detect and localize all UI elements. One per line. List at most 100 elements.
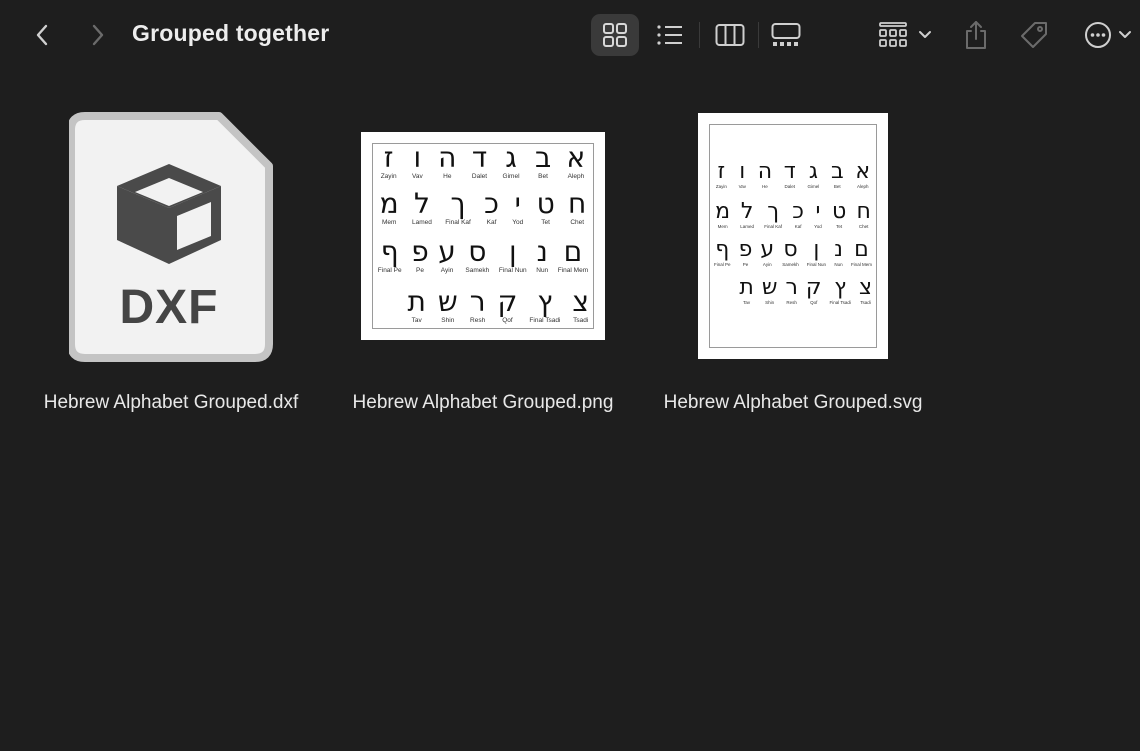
letter-cell: ף Final Pe bbox=[378, 238, 402, 275]
letter-name: Pe bbox=[415, 267, 424, 274]
alphabet-chart-border: א Aleph ב Bet ג Gimel ד Dalet ה He ו Vav ז Zayin ח Chet… bbox=[709, 124, 877, 348]
hebrew-letter: ו bbox=[739, 159, 746, 184]
hebrew-letter: ץ bbox=[537, 285, 553, 318]
hebrew-letter: ב bbox=[534, 141, 552, 174]
letter-cell: ב Bet bbox=[831, 161, 844, 190]
letter-cell: נ Nun bbox=[834, 239, 843, 268]
letter-name: Shin bbox=[765, 300, 775, 305]
letter-name: Final Kaf bbox=[445, 219, 471, 226]
letter-cell: י Yod bbox=[512, 190, 523, 227]
letter-name: Ayin bbox=[440, 267, 454, 274]
hebrew-letter: ה bbox=[438, 141, 457, 174]
hebrew-letter: ט bbox=[536, 187, 555, 220]
letter-cell: ש Shin bbox=[438, 288, 458, 325]
alphabet-row: ם Final Mem נ Nun ן Final Nun ס Samekh ע Ayin פ Pe ף… bbox=[373, 238, 593, 275]
share-icon bbox=[966, 21, 986, 49]
letter-cell: ק Qof bbox=[498, 288, 518, 325]
hebrew-letter: ם bbox=[563, 235, 583, 268]
file-name[interactable]: Hebrew Alphabet Grouped.svg bbox=[653, 392, 933, 414]
letter-cell: ך Final Kaf bbox=[764, 201, 782, 230]
letter-name: Nun bbox=[834, 262, 843, 267]
letter-name: Pe bbox=[742, 262, 749, 267]
letter-name: Tsadi bbox=[573, 317, 589, 324]
toolbar: Grouped together bbox=[0, 0, 1140, 70]
letter-cell: כ Kaf bbox=[792, 201, 804, 230]
hebrew-letter: צ bbox=[572, 285, 589, 318]
letter-cell: פ Pe bbox=[411, 238, 429, 275]
letter-name: Mem bbox=[717, 224, 728, 229]
letter-name: Final Pe bbox=[714, 262, 731, 267]
hebrew-letter: ד bbox=[471, 141, 488, 174]
hebrew-letter: ז bbox=[383, 141, 394, 174]
letter-name: Final Tsadi bbox=[529, 317, 561, 324]
letter-cell: ח Chet bbox=[568, 190, 586, 227]
letter-cell: כ Kaf bbox=[484, 190, 499, 227]
forward-button[interactable] bbox=[80, 18, 114, 52]
letter-cell: ו Vav bbox=[412, 144, 423, 181]
file-item[interactable]: א Aleph ב Bet ג Gimel ד Dalet ה He ו Vav ז Zayin ח Chet… bbox=[343, 100, 623, 430]
hebrew-letter: ת bbox=[407, 285, 426, 318]
hebrew-letter: ח bbox=[568, 187, 587, 220]
letter-name: Final Mem bbox=[850, 262, 872, 267]
letter-name: Dalet bbox=[471, 173, 488, 180]
file-item[interactable]: א Aleph ב Bet ג Gimel ד Dalet ה He ו Vav ז Zayin ח Chet… bbox=[653, 100, 933, 430]
hebrew-letter: ע bbox=[438, 235, 456, 268]
letter-name: Resh bbox=[786, 300, 797, 305]
letter-name: Yod bbox=[512, 219, 524, 226]
letter-name: Final Nun bbox=[498, 267, 527, 274]
hebrew-letter: ל bbox=[740, 199, 754, 224]
letter-name: Zayin bbox=[380, 173, 397, 180]
hebrew-letter: ט bbox=[832, 199, 847, 224]
gallery-view-button[interactable] bbox=[764, 14, 808, 56]
hebrew-letter: ס bbox=[468, 235, 487, 268]
letter-name: Vav bbox=[738, 184, 746, 189]
hebrew-letter: ת bbox=[739, 275, 754, 300]
group-by-button[interactable] bbox=[872, 14, 938, 56]
hebrew-letter: ק bbox=[497, 285, 518, 318]
list-view-button[interactable] bbox=[648, 14, 692, 56]
share-button[interactable] bbox=[956, 14, 996, 56]
letter-cell: ו Vav bbox=[739, 161, 746, 190]
tags-button[interactable] bbox=[1014, 14, 1054, 56]
letter-cell: ם Final Mem bbox=[558, 238, 588, 275]
letter-name: Resh bbox=[470, 317, 486, 324]
alphabet-row: ח Chet ט Tet י Yod כ Kaf ך Final Kaf ל Lamed מ Mem bbox=[373, 190, 593, 227]
alphabet-row: צ Tsadi ץ Final Tsadi ק Qof ר Resh ש Shin ת Tav bbox=[373, 288, 593, 325]
letter-cell: ז Zayin bbox=[716, 161, 727, 190]
hebrew-letter: א bbox=[566, 141, 586, 174]
hebrew-letter: ש bbox=[761, 275, 778, 300]
letter-cell: ת Tav bbox=[739, 277, 753, 306]
letter-cell: ק Qof bbox=[806, 277, 822, 306]
letter-name: Final Nun bbox=[806, 262, 827, 267]
letter-cell: פ Pe bbox=[739, 239, 753, 268]
letter-cell: ע Ayin bbox=[438, 238, 456, 275]
more-actions-button[interactable] bbox=[1078, 14, 1138, 56]
file-item[interactable]: DXF Hebrew Alphabet Grouped.dxf bbox=[31, 100, 311, 430]
column-view-icon bbox=[715, 24, 745, 46]
chevron-down-icon bbox=[919, 31, 931, 38]
file-name[interactable]: Hebrew Alphabet Grouped.png bbox=[343, 392, 623, 414]
image-thumbnail: א Aleph ב Bet ג Gimel ד Dalet ה He ו Vav ז Zayin ח Chet… bbox=[343, 100, 623, 370]
column-view-button[interactable] bbox=[708, 14, 752, 56]
letter-name: Tav bbox=[743, 300, 751, 305]
grid-view-button[interactable] bbox=[591, 14, 639, 56]
hebrew-letter: ן bbox=[813, 237, 820, 262]
letter-name: Kaf bbox=[486, 219, 497, 226]
hebrew-letter: ו bbox=[413, 141, 422, 174]
letter-cell: ה He bbox=[758, 161, 772, 190]
hebrew-letter: ל bbox=[413, 187, 430, 220]
letter-cell: ן Final Nun bbox=[807, 239, 826, 268]
letter-name: Yod bbox=[814, 224, 822, 229]
letter-cell: ך Final Kaf bbox=[445, 190, 471, 227]
hebrew-letter: ג bbox=[808, 159, 818, 184]
letter-cell: ף Final Pe bbox=[714, 239, 731, 268]
letter-cell: ס Samekh bbox=[782, 239, 799, 268]
letter-cell: ה He bbox=[438, 144, 456, 181]
back-button[interactable] bbox=[26, 18, 60, 52]
letter-cell: ר Resh bbox=[785, 277, 797, 306]
letter-cell: ט Tet bbox=[832, 201, 846, 230]
hebrew-letter: צ bbox=[858, 275, 872, 300]
gallery-view-icon bbox=[771, 23, 801, 46]
letter-cell: ל Lamed bbox=[412, 190, 432, 227]
file-name[interactable]: Hebrew Alphabet Grouped.dxf bbox=[31, 392, 311, 414]
